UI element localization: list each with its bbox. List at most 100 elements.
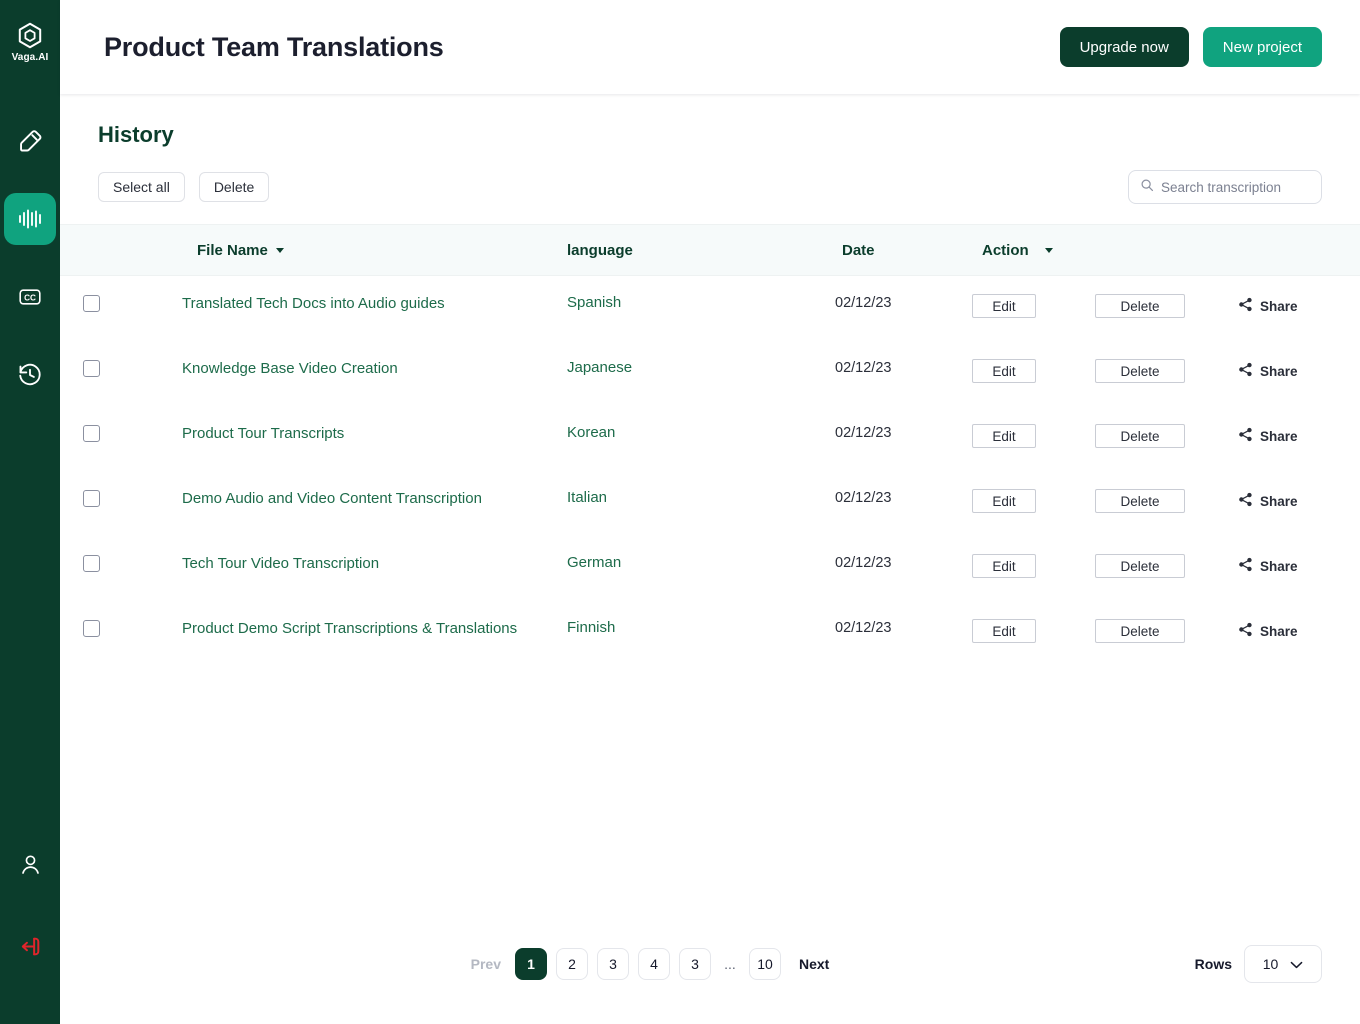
- table-row[interactable]: Tech Tour Video Transcription German 02/…: [60, 536, 1360, 601]
- row-checkbox[interactable]: [83, 620, 100, 637]
- row-language-cell: Japanese: [567, 359, 797, 377]
- language-value: German: [567, 554, 622, 571]
- delete-button[interactable]: Delete: [1095, 424, 1185, 448]
- logout-icon: [18, 934, 43, 959]
- share-button[interactable]: Share: [1238, 622, 1298, 640]
- file-name-link[interactable]: Translated Tech Docs into Audio guides: [182, 295, 475, 312]
- audio-waveform-icon: [17, 208, 43, 230]
- row-date-cell: 02/12/23: [797, 294, 962, 312]
- chevron-down-icon[interactable]: [275, 247, 284, 253]
- app-logo[interactable]: Vaga.AI: [12, 22, 49, 63]
- file-name-link[interactable]: Product Tour Transcripts: [182, 425, 374, 442]
- share-button[interactable]: Share: [1238, 557, 1298, 575]
- share-button[interactable]: Share: [1238, 427, 1298, 445]
- sidebar-item-captions[interactable]: CC: [4, 271, 56, 323]
- top-header: Product Team Translations Upgrade now Ne…: [60, 0, 1360, 94]
- sidebar-item-transcribe[interactable]: [4, 193, 56, 245]
- row-file-name-cell: Demo Audio and Video Content Transcripti…: [122, 489, 567, 509]
- row-checkbox-cell: [60, 424, 122, 442]
- sidebar-item-profile[interactable]: [4, 838, 56, 890]
- column-header-action[interactable]: Action: [962, 242, 1360, 259]
- search-transcription-box[interactable]: [1128, 170, 1322, 204]
- share-button[interactable]: Share: [1238, 297, 1298, 315]
- table-row[interactable]: Product Demo Script Transcriptions & Tra…: [60, 601, 1360, 666]
- edit-button[interactable]: Edit: [972, 489, 1036, 513]
- column-label-action: Action: [982, 241, 1029, 259]
- rows-per-page-value: 10: [1262, 956, 1279, 972]
- row-checkbox[interactable]: [83, 295, 100, 312]
- search-input[interactable]: [1161, 179, 1310, 195]
- row-actions: Edit Delete Share: [962, 554, 1298, 578]
- row-checkbox-cell: [60, 554, 122, 572]
- row-file-name-cell: Knowledge Base Video Creation: [122, 359, 567, 379]
- row-language-cell: Korean: [567, 424, 797, 442]
- share-label: Share: [1260, 428, 1298, 444]
- sidebar-item-history[interactable]: [4, 349, 56, 401]
- row-checkbox-cell: [60, 294, 122, 312]
- file-name-link[interactable]: Product Demo Script Transcriptions & Tra…: [182, 620, 547, 637]
- table-row[interactable]: Demo Audio and Video Content Transcripti…: [60, 471, 1360, 536]
- language-value: Italian: [567, 489, 608, 506]
- table-row[interactable]: Translated Tech Docs into Audio guides S…: [60, 276, 1360, 341]
- file-name-link[interactable]: Demo Audio and Video Content Transcripti…: [182, 490, 512, 507]
- share-icon: [1238, 557, 1253, 575]
- content-area: Product Team Translations Upgrade now Ne…: [60, 0, 1360, 1024]
- delete-button[interactable]: Delete: [1095, 489, 1185, 513]
- page-button-3[interactable]: 3: [597, 948, 629, 980]
- delete-button[interactable]: Delete: [1095, 359, 1185, 383]
- sidebar-item-edit[interactable]: [4, 115, 56, 167]
- new-project-button[interactable]: New project: [1202, 27, 1322, 67]
- select-all-button[interactable]: Select all: [98, 172, 185, 202]
- row-checkbox-cell: [60, 359, 122, 377]
- column-label-date: Date: [842, 241, 875, 259]
- row-checkbox[interactable]: [83, 360, 100, 377]
- edit-button[interactable]: Edit: [972, 294, 1036, 318]
- row-date-cell: 02/12/23: [797, 489, 962, 507]
- prev-page-button[interactable]: Prev: [471, 956, 501, 972]
- row-language-cell: Finnish: [567, 619, 797, 637]
- file-name-link[interactable]: Knowledge Base Video Creation: [182, 360, 428, 377]
- row-checkbox-cell: [60, 619, 122, 637]
- sidebar-bottom: [4, 838, 56, 1024]
- row-checkbox[interactable]: [83, 425, 100, 442]
- row-checkbox[interactable]: [83, 555, 100, 572]
- row-date-cell: 02/12/23: [797, 619, 962, 637]
- edit-button[interactable]: Edit: [972, 424, 1036, 448]
- next-page-button[interactable]: Next: [799, 956, 829, 972]
- table-row[interactable]: Knowledge Base Video Creation Japanese 0…: [60, 341, 1360, 406]
- delete-selected-button[interactable]: Delete: [198, 172, 270, 202]
- edit-button[interactable]: Edit: [972, 359, 1036, 383]
- edit-button[interactable]: Edit: [972, 554, 1036, 578]
- page-title: Product Team Translations: [104, 31, 444, 62]
- page-button-1[interactable]: 1: [515, 948, 547, 980]
- page-button-4[interactable]: 4: [638, 948, 670, 980]
- edit-button[interactable]: Edit: [972, 619, 1036, 643]
- column-header-file-name[interactable]: File Name: [122, 242, 567, 259]
- page-button-3[interactable]: 3: [679, 948, 711, 980]
- page-button-10[interactable]: 10: [749, 948, 781, 980]
- logo-text: Vaga.AI: [11, 52, 49, 63]
- delete-button[interactable]: Delete: [1095, 554, 1185, 578]
- row-action-cell: Edit Delete Share: [962, 294, 1360, 318]
- share-button[interactable]: Share: [1238, 362, 1298, 380]
- row-actions: Edit Delete Share: [962, 424, 1298, 448]
- sidebar-item-logout[interactable]: [4, 920, 56, 972]
- file-name-link[interactable]: Tech Tour Video Transcription: [182, 555, 409, 572]
- delete-button[interactable]: Delete: [1095, 294, 1185, 318]
- page-button-2[interactable]: 2: [556, 948, 588, 980]
- row-file-name-cell: Translated Tech Docs into Audio guides: [122, 294, 567, 314]
- pagination: Prev 1 2 3 4 3... 10 Next: [471, 948, 950, 980]
- closed-caption-icon: CC: [17, 287, 43, 307]
- row-actions: Edit Delete Share: [962, 619, 1298, 643]
- column-label-language: language: [567, 241, 633, 259]
- rows-per-page-control: Rows 10: [1195, 945, 1322, 983]
- upgrade-now-button[interactable]: Upgrade now: [1059, 27, 1189, 67]
- table-row[interactable]: Product Tour Transcripts Korean 02/12/23…: [60, 406, 1360, 471]
- chevron-down-icon[interactable]: [1044, 247, 1053, 253]
- rows-per-page-select[interactable]: 10: [1244, 945, 1322, 983]
- row-action-cell: Edit Delete Share: [962, 619, 1360, 643]
- delete-button[interactable]: Delete: [1095, 619, 1185, 643]
- share-button[interactable]: Share: [1238, 492, 1298, 510]
- row-checkbox[interactable]: [83, 490, 100, 507]
- share-icon: [1238, 362, 1253, 380]
